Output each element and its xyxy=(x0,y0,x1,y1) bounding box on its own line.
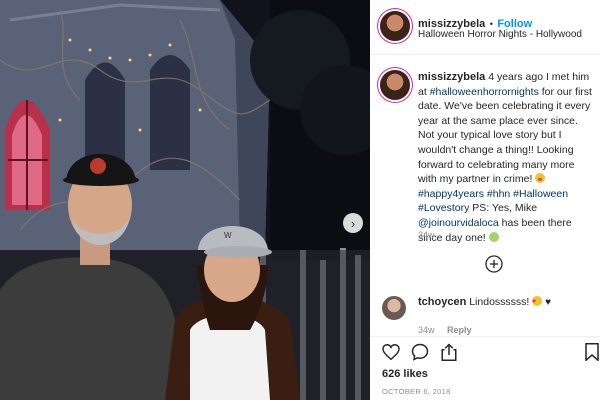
photo-scene: W xyxy=(0,0,370,400)
share-button[interactable] xyxy=(439,342,459,362)
post-date[interactable]: OCTOBER 6, 2018 xyxy=(382,387,451,396)
like-button[interactable] xyxy=(381,342,401,362)
author-avatar[interactable] xyxy=(380,11,410,41)
comment: tchoycen Lindossssss! ♥ xyxy=(418,295,551,311)
post-photo[interactable]: W › xyxy=(0,0,370,400)
commenter-username[interactable]: tchoycen xyxy=(418,296,466,308)
plus-circle-icon xyxy=(485,255,503,273)
likes-count[interactable]: 626 likes xyxy=(382,368,428,380)
comment-icon xyxy=(411,343,429,361)
heart-icon xyxy=(382,344,400,360)
chevron-right-icon: › xyxy=(350,215,356,231)
post-caption: missizzybela 4 years ago I met him at #h… xyxy=(418,70,594,245)
heart-eyes-emoji-icon xyxy=(532,295,543,310)
mention-joinourvidaloca[interactable]: @joinourvidaloca xyxy=(418,217,499,229)
caption-avatar[interactable] xyxy=(380,70,410,100)
share-icon xyxy=(441,343,457,361)
comment-text: Lindossssss! xyxy=(469,296,530,308)
save-button[interactable] xyxy=(584,342,600,362)
tongue-emoji-icon xyxy=(535,173,546,184)
black-heart-icon: ♥ xyxy=(545,297,552,308)
caption-text-3: PS: Yes, Mike xyxy=(472,202,538,215)
caption-age[interactable]: 34w xyxy=(418,230,435,240)
svg-text:W: W xyxy=(224,231,232,240)
hashtag-hhn[interactable]: #hhn xyxy=(487,188,510,200)
hashtag-halloween[interactable]: #Halloween xyxy=(513,188,568,200)
next-photo-button[interactable]: › xyxy=(343,213,363,233)
header-separator: • xyxy=(489,19,493,29)
post-location[interactable]: Halloween Horror Nights - Hollywood xyxy=(418,29,582,40)
bookmark-icon xyxy=(585,343,599,361)
comment-button[interactable] xyxy=(410,342,430,362)
header-divider xyxy=(370,54,600,55)
grin-emoji-icon xyxy=(488,231,499,242)
actions-divider xyxy=(370,336,600,337)
comment-age[interactable]: 34w xyxy=(418,325,435,335)
reply-button[interactable]: Reply xyxy=(447,325,472,335)
caption-text-2: for our first date. We've been celebrati… xyxy=(418,85,592,186)
commenter-avatar[interactable] xyxy=(382,296,406,320)
load-more-comments-button[interactable] xyxy=(484,254,504,274)
caption-username[interactable]: missizzybela xyxy=(418,71,485,83)
hashtag-happy4years[interactable]: #happy4years xyxy=(418,188,484,200)
hashtag-lovestory[interactable]: #Lovestory xyxy=(418,202,469,214)
hashtag-halloweenhorrornights[interactable]: #halloweenhorrornights xyxy=(430,86,539,98)
